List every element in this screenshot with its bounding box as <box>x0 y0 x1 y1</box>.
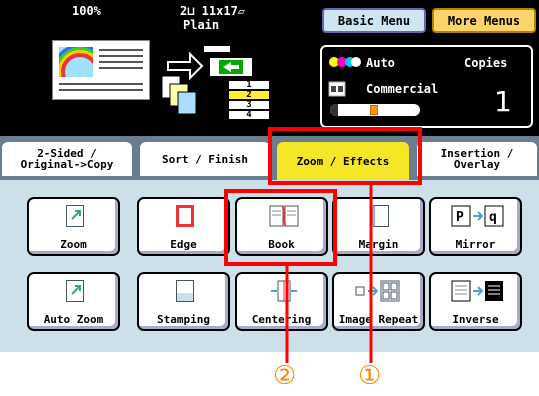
callout-number-2: ② <box>273 361 297 391</box>
callout-lines <box>285 185 373 363</box>
callout-number-1: ① <box>358 361 382 391</box>
